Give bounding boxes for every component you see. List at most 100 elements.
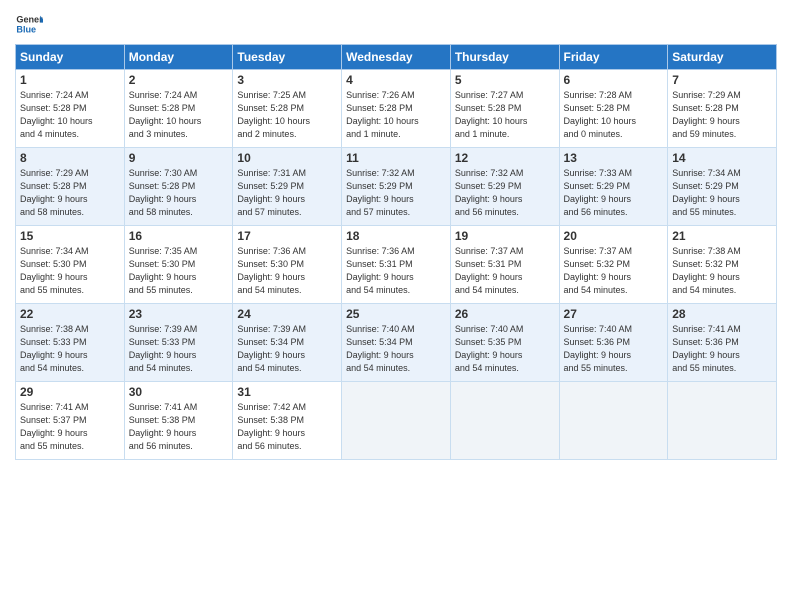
- day-info: Sunrise: 7:38 AMSunset: 5:32 PMDaylight:…: [672, 245, 772, 297]
- calendar-cell: 25Sunrise: 7:40 AMSunset: 5:34 PMDayligh…: [342, 304, 451, 382]
- calendar-cell: 5 Sunrise: 7:27 AMSunset: 5:28 PMDaylight…: [450, 70, 559, 148]
- day-info: Sunrise: 7:29 AMSunset: 5:28 PMDaylight:…: [20, 167, 120, 219]
- day-info: Sunrise: 7:27 AMSunset: 5:28 PMDaylight:…: [455, 89, 555, 141]
- calendar-cell: 11Sunrise: 7:32 AMSunset: 5:29 PMDayligh…: [342, 148, 451, 226]
- calendar-cell: 16Sunrise: 7:35 AMSunset: 5:30 PMDayligh…: [124, 226, 233, 304]
- day-info: Sunrise: 7:38 AMSunset: 5:33 PMDaylight:…: [20, 323, 120, 375]
- day-number: 25: [346, 307, 446, 321]
- day-info: Sunrise: 7:24 AMSunset: 5:28 PMDaylight:…: [20, 89, 120, 141]
- day-number: 8: [20, 151, 120, 165]
- week-row-5: 29 Sunrise: 7:41 AMSunset: 5:37 PMDayligh…: [16, 382, 777, 460]
- day-header-tuesday: Tuesday: [233, 45, 342, 70]
- day-info: Sunrise: 7:36 AMSunset: 5:31 PMDaylight:…: [346, 245, 446, 297]
- day-number: 22: [20, 307, 120, 321]
- day-header-friday: Friday: [559, 45, 668, 70]
- svg-text:Blue: Blue: [16, 24, 36, 34]
- week-row-4: 22 Sunrise: 7:38 AMSunset: 5:33 PMDayligh…: [16, 304, 777, 382]
- calendar-cell: 24 Sunrise: 7:39 AMSunset: 5:34 PMDayligh…: [233, 304, 342, 382]
- day-number: 7: [672, 73, 772, 87]
- day-header-saturday: Saturday: [668, 45, 777, 70]
- calendar-cell: 21 Sunrise: 7:38 AMSunset: 5:32 PMDayligh…: [668, 226, 777, 304]
- day-number: 14: [672, 151, 772, 165]
- day-number: 30: [129, 385, 229, 399]
- logo-icon: General Blue: [15, 10, 43, 38]
- calendar-cell: 10 Sunrise: 7:31 AMSunset: 5:29 PMDayligh…: [233, 148, 342, 226]
- week-row-1: 1 Sunrise: 7:24 AMSunset: 5:28 PMDaylight…: [16, 70, 777, 148]
- day-info: Sunrise: 7:41 AMSunset: 5:37 PMDaylight:…: [20, 401, 120, 453]
- day-number: 24: [237, 307, 337, 321]
- day-info: Sunrise: 7:30 AMSunset: 5:28 PMDaylight:…: [129, 167, 229, 219]
- day-number: 13: [564, 151, 664, 165]
- header-row: General Blue: [15, 10, 777, 38]
- week-row-3: 15Sunrise: 7:34 AMSunset: 5:30 PMDayligh…: [16, 226, 777, 304]
- day-info: Sunrise: 7:33 AMSunset: 5:29 PMDaylight:…: [564, 167, 664, 219]
- day-info: Sunrise: 7:32 AMSunset: 5:29 PMDaylight:…: [455, 167, 555, 219]
- calendar-cell: [342, 382, 451, 460]
- calendar-cell: 27Sunrise: 7:40 AMSunset: 5:36 PMDayligh…: [559, 304, 668, 382]
- calendar-cell: 29 Sunrise: 7:41 AMSunset: 5:37 PMDayligh…: [16, 382, 125, 460]
- day-header-sunday: Sunday: [16, 45, 125, 70]
- calendar-cell: 1 Sunrise: 7:24 AMSunset: 5:28 PMDaylight…: [16, 70, 125, 148]
- day-info: Sunrise: 7:41 AMSunset: 5:36 PMDaylight:…: [672, 323, 772, 375]
- day-number: 29: [20, 385, 120, 399]
- day-number: 5: [455, 73, 555, 87]
- day-number: 28: [672, 307, 772, 321]
- logo: General Blue: [15, 10, 43, 38]
- calendar-cell: 15Sunrise: 7:34 AMSunset: 5:30 PMDayligh…: [16, 226, 125, 304]
- calendar-cell: 20 Sunrise: 7:37 AMSunset: 5:32 PMDayligh…: [559, 226, 668, 304]
- day-number: 9: [129, 151, 229, 165]
- day-info: Sunrise: 7:41 AMSunset: 5:38 PMDaylight:…: [129, 401, 229, 453]
- day-info: Sunrise: 7:29 AMSunset: 5:28 PMDaylight:…: [672, 89, 772, 141]
- calendar-cell: 19 Sunrise: 7:37 AMSunset: 5:31 PMDayligh…: [450, 226, 559, 304]
- day-info: Sunrise: 7:28 AMSunset: 5:28 PMDaylight:…: [564, 89, 664, 141]
- day-info: Sunrise: 7:40 AMSunset: 5:36 PMDaylight:…: [564, 323, 664, 375]
- day-number: 19: [455, 229, 555, 243]
- day-info: Sunrise: 7:37 AMSunset: 5:31 PMDaylight:…: [455, 245, 555, 297]
- calendar-body: 1 Sunrise: 7:24 AMSunset: 5:28 PMDaylight…: [16, 70, 777, 460]
- day-info: Sunrise: 7:36 AMSunset: 5:30 PMDaylight:…: [237, 245, 337, 297]
- day-number: 4: [346, 73, 446, 87]
- calendar-cell: 17 Sunrise: 7:36 AMSunset: 5:30 PMDayligh…: [233, 226, 342, 304]
- day-info: Sunrise: 7:35 AMSunset: 5:30 PMDaylight:…: [129, 245, 229, 297]
- calendar-cell: 13 Sunrise: 7:33 AMSunset: 5:29 PMDayligh…: [559, 148, 668, 226]
- calendar-cell: 28 Sunrise: 7:41 AMSunset: 5:36 PMDayligh…: [668, 304, 777, 382]
- day-number: 31: [237, 385, 337, 399]
- calendar-cell: 31 Sunrise: 7:42 AMSunset: 5:38 PMDayligh…: [233, 382, 342, 460]
- calendar-table: SundayMondayTuesdayWednesdayThursdayFrid…: [15, 44, 777, 460]
- day-info: Sunrise: 7:37 AMSunset: 5:32 PMDaylight:…: [564, 245, 664, 297]
- calendar-cell: 2Sunrise: 7:24 AMSunset: 5:28 PMDaylight…: [124, 70, 233, 148]
- calendar-header: SundayMondayTuesdayWednesdayThursdayFrid…: [16, 45, 777, 70]
- calendar-cell: 22 Sunrise: 7:38 AMSunset: 5:33 PMDayligh…: [16, 304, 125, 382]
- calendar-cell: 8 Sunrise: 7:29 AMSunset: 5:28 PMDaylight…: [16, 148, 125, 226]
- calendar-cell: 14Sunrise: 7:34 AMSunset: 5:29 PMDayligh…: [668, 148, 777, 226]
- day-number: 17: [237, 229, 337, 243]
- page-container: General Blue SundayMondayTuesdayWednesda…: [0, 0, 792, 470]
- calendar-cell: 12Sunrise: 7:32 AMSunset: 5:29 PMDayligh…: [450, 148, 559, 226]
- day-number: 6: [564, 73, 664, 87]
- day-info: Sunrise: 7:25 AMSunset: 5:28 PMDaylight:…: [237, 89, 337, 141]
- calendar-cell: 6 Sunrise: 7:28 AMSunset: 5:28 PMDaylight…: [559, 70, 668, 148]
- day-info: Sunrise: 7:32 AMSunset: 5:29 PMDaylight:…: [346, 167, 446, 219]
- calendar-cell: 30 Sunrise: 7:41 AMSunset: 5:38 PMDayligh…: [124, 382, 233, 460]
- svg-text:General: General: [16, 15, 43, 25]
- day-info: Sunrise: 7:39 AMSunset: 5:33 PMDaylight:…: [129, 323, 229, 375]
- day-info: Sunrise: 7:40 AMSunset: 5:35 PMDaylight:…: [455, 323, 555, 375]
- day-number: 21: [672, 229, 772, 243]
- day-info: Sunrise: 7:42 AMSunset: 5:38 PMDaylight:…: [237, 401, 337, 453]
- day-number: 23: [129, 307, 229, 321]
- day-header-thursday: Thursday: [450, 45, 559, 70]
- calendar-cell: [668, 382, 777, 460]
- calendar-cell: 26Sunrise: 7:40 AMSunset: 5:35 PMDayligh…: [450, 304, 559, 382]
- day-number: 10: [237, 151, 337, 165]
- day-number: 1: [20, 73, 120, 87]
- day-info: Sunrise: 7:34 AMSunset: 5:30 PMDaylight:…: [20, 245, 120, 297]
- calendar-cell: 9 Sunrise: 7:30 AMSunset: 5:28 PMDaylight…: [124, 148, 233, 226]
- calendar-cell: [559, 382, 668, 460]
- day-number: 18: [346, 229, 446, 243]
- day-info: Sunrise: 7:31 AMSunset: 5:29 PMDaylight:…: [237, 167, 337, 219]
- calendar-cell: 7 Sunrise: 7:29 AMSunset: 5:28 PMDaylight…: [668, 70, 777, 148]
- day-info: Sunrise: 7:39 AMSunset: 5:34 PMDaylight:…: [237, 323, 337, 375]
- day-number: 20: [564, 229, 664, 243]
- week-row-2: 8 Sunrise: 7:29 AMSunset: 5:28 PMDaylight…: [16, 148, 777, 226]
- day-header-wednesday: Wednesday: [342, 45, 451, 70]
